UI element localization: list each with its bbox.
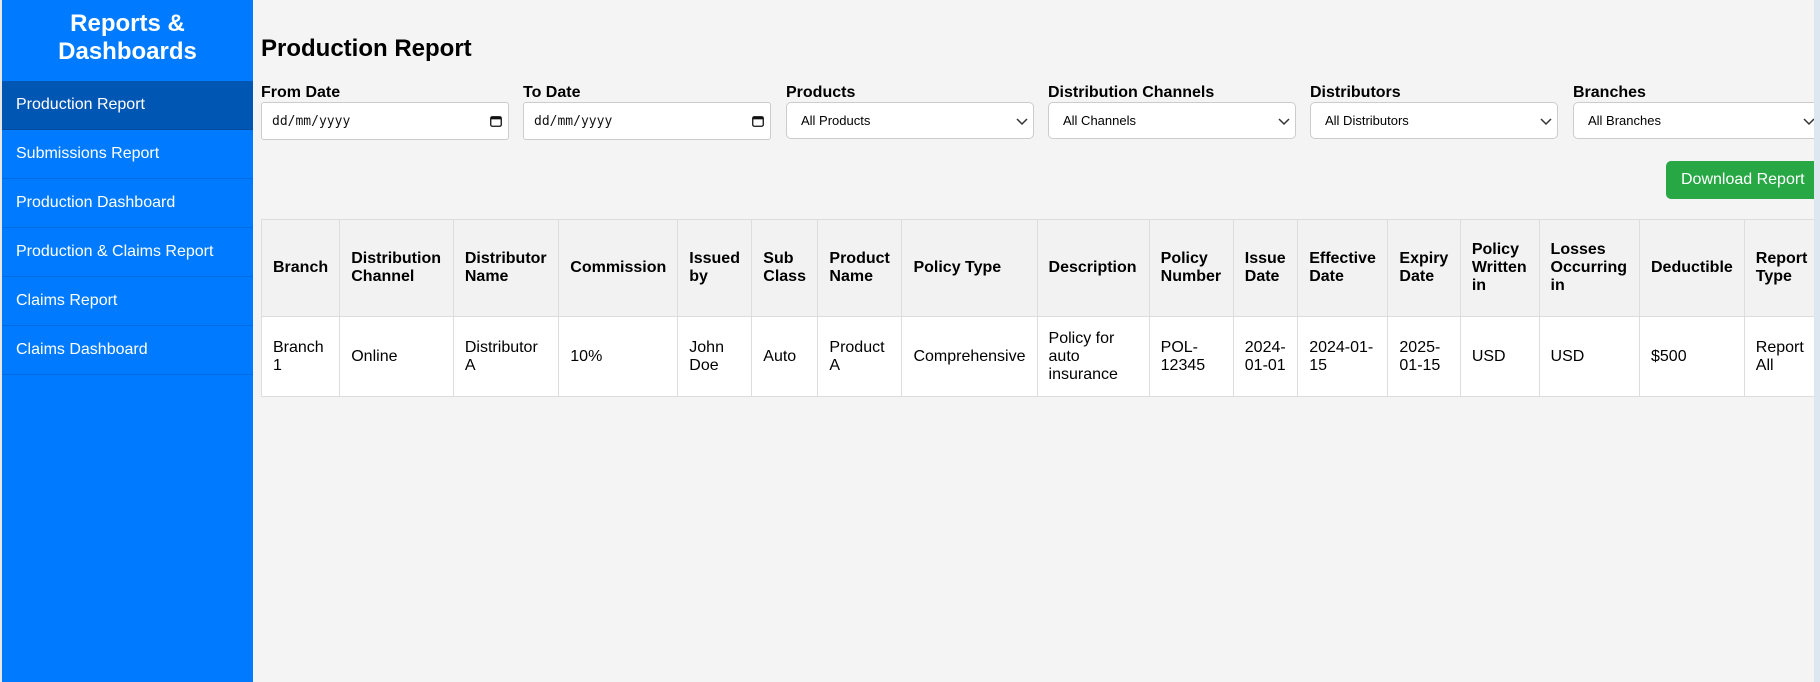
sidebar-item-submissions-report[interactable]: Submissions Report	[2, 130, 253, 179]
channels-label: Distribution Channels	[1048, 84, 1215, 101]
cell-effective-date: 2024-01-15	[1297, 316, 1389, 397]
col-description-header: Description	[1036, 219, 1150, 317]
cell-issue-date: 2024-01-01	[1232, 316, 1299, 397]
filter-distributors: Distributors All Distributors	[1310, 83, 1558, 139]
col-effective-date-header: Effective Date	[1297, 219, 1389, 317]
calendar-icon[interactable]	[752, 115, 764, 127]
cell-expiry-date: 2025-01-15	[1387, 316, 1461, 397]
chevron-down-icon	[1015, 114, 1029, 128]
cell-distribution-channel: Online	[339, 316, 454, 397]
cell-losses-occurring-in: USD	[1538, 316, 1641, 397]
sidebar-item-claims-dashboard[interactable]: Claims Dashboard	[2, 326, 253, 375]
cell-issued-by: John Doe	[677, 316, 753, 397]
products-select[interactable]: All Products	[786, 102, 1034, 139]
chevron-down-icon	[1539, 114, 1553, 128]
calendar-icon[interactable]	[490, 115, 502, 127]
col-report-type-header: Report Type	[1743, 219, 1820, 317]
col-issued-by-header: Issued by	[677, 219, 753, 317]
sidebar-item-production-claims-report[interactable]: Production & Claims Report	[2, 228, 253, 277]
products-label: Products	[786, 84, 856, 101]
cell-policy-type: Comprehensive	[901, 316, 1038, 397]
to-date-input[interactable]: dd/mm/yyyy	[523, 102, 771, 140]
channels-select-value: All Channels	[1063, 113, 1136, 128]
products-select-value: All Products	[801, 113, 871, 128]
cell-sub-class: Auto	[751, 316, 819, 397]
cell-branch: Branch 1	[261, 316, 341, 397]
filter-distribution-channels: Distribution Channels All Channels	[1048, 83, 1296, 139]
col-product-name-header: Product Name	[817, 219, 903, 317]
main-content: Production Report From Date dd/mm/yyyy T…	[261, 0, 1820, 682]
cell-distributor-name: Distributor A	[452, 316, 560, 397]
col-distribution-channel-header: Distribution Channel	[339, 219, 454, 317]
cell-policy-written-in: USD	[1459, 316, 1540, 397]
col-deductible-header: Deductible	[1639, 219, 1745, 317]
filter-from-date: From Date dd/mm/yyyy	[261, 83, 509, 140]
to-date-label: To Date	[523, 84, 581, 101]
cell-commission: 10%	[558, 316, 679, 397]
filter-products: Products All Products	[786, 83, 1034, 139]
col-issue-date-header: Issue Date	[1232, 219, 1299, 317]
branches-select[interactable]: All Branches	[1573, 102, 1820, 139]
chevron-down-icon	[1277, 114, 1291, 128]
filter-branches: Branches All Branches	[1573, 83, 1820, 139]
production-table: Branch Distribution Channel Distributor …	[261, 219, 1820, 397]
cell-product-name: Product A	[817, 316, 903, 397]
sidebar-title: Reports & Dashboards	[58, 10, 197, 65]
col-losses-occurring-in-header: Losses Occurring in	[1538, 219, 1641, 317]
cell-policy-number: POL-12345	[1148, 316, 1234, 397]
col-policy-number-header: Policy Number	[1148, 219, 1234, 317]
col-expiry-date-header: Expiry Date	[1387, 219, 1461, 317]
download-report-button[interactable]: Download Report	[1666, 161, 1820, 199]
table-header-row: Branch Distribution Channel Distributor …	[261, 219, 1820, 317]
distributors-select[interactable]: All Distributors	[1310, 102, 1558, 139]
col-policy-written-in-header: Policy Written in	[1459, 219, 1540, 317]
scrollbar-track[interactable]	[1814, 0, 1820, 682]
filter-to-date: To Date dd/mm/yyyy	[523, 83, 771, 140]
col-sub-class-header: Sub Class	[751, 219, 819, 317]
sidebar-item-claims-report[interactable]: Claims Report	[2, 277, 253, 326]
cell-report-type: Report All	[1743, 316, 1820, 397]
distributors-label: Distributors	[1310, 84, 1401, 101]
to-date-placeholder: dd/mm/yyyy	[534, 113, 613, 129]
col-branch-header: Branch	[261, 219, 341, 317]
from-date-label: From Date	[261, 84, 341, 101]
col-policy-type-header: Policy Type	[901, 219, 1038, 317]
sidebar-item-production-dashboard[interactable]: Production Dashboard	[2, 179, 253, 228]
from-date-input[interactable]: dd/mm/yyyy	[261, 102, 509, 140]
col-distributor-name-header: Distributor Name	[452, 219, 560, 317]
sidebar-item-production-report[interactable]: Production Report	[2, 81, 253, 130]
sidebar: Reports & Dashboards Production Report S…	[2, 0, 253, 682]
branches-label: Branches	[1573, 84, 1646, 101]
cell-deductible: $500	[1639, 316, 1745, 397]
distributors-select-value: All Distributors	[1325, 113, 1409, 128]
channels-select[interactable]: All Channels	[1048, 102, 1296, 139]
table-row: Branch 1 Online Distributor A 10% John D…	[261, 316, 1820, 397]
from-date-placeholder: dd/mm/yyyy	[272, 113, 351, 129]
page-title: Production Report	[261, 35, 472, 62]
col-commission-header: Commission	[558, 219, 679, 317]
branches-select-value: All Branches	[1588, 113, 1661, 128]
cell-description: Policy for auto insurance	[1036, 316, 1150, 397]
